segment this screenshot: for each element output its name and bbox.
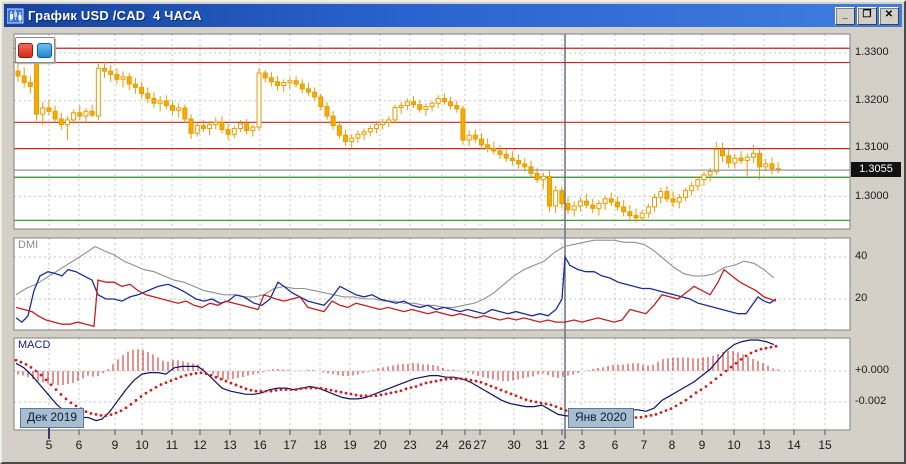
chart-icon <box>6 8 24 24</box>
svg-text:23: 23 <box>403 438 417 452</box>
dmi-label: DMI <box>18 239 39 251</box>
dmi-axis-20: 20 <box>855 292 868 304</box>
blue-marker-button[interactable] <box>37 42 52 58</box>
svg-text:15: 15 <box>818 438 832 452</box>
current-price-tag: 1.3055 <box>851 162 901 177</box>
svg-text:17: 17 <box>283 438 297 452</box>
svg-text:30: 30 <box>507 438 521 452</box>
svg-text:18: 18 <box>313 438 327 452</box>
dmi-axis-40: 40 <box>855 250 868 262</box>
svg-text:6: 6 <box>612 438 619 452</box>
minimize-button[interactable]: _ <box>835 6 855 25</box>
svg-text:5: 5 <box>46 438 53 452</box>
title-bar[interactable]: График USD /CAD 4 ЧАСА _ ❐ ✕ <box>4 4 902 27</box>
svg-text:9: 9 <box>699 438 706 452</box>
svg-text:26: 26 <box>458 438 472 452</box>
svg-text:27: 27 <box>473 438 487 452</box>
dmi-panel-bg <box>14 238 850 330</box>
svg-text:10: 10 <box>135 438 149 452</box>
marker-toolbar <box>15 37 55 63</box>
svg-text:16: 16 <box>253 438 267 452</box>
close-button[interactable]: ✕ <box>879 6 899 25</box>
macd-label: MACD <box>18 339 51 351</box>
price-label-13000: 1.3000 <box>855 190 889 202</box>
svg-text:19: 19 <box>343 438 357 452</box>
price-label-13300: 1.3300 <box>855 46 889 58</box>
svg-text:7: 7 <box>641 438 648 452</box>
svg-text:14: 14 <box>787 438 801 452</box>
svg-text:3: 3 <box>579 438 586 452</box>
macd-axis-zero: +0.000 <box>855 364 889 376</box>
maximize-button[interactable]: ❐ <box>857 6 877 25</box>
svg-text:31: 31 <box>535 438 549 452</box>
chart-canvas[interactable]: 5 6 9 10 11 12 13 16 17 18 19 20 23 24 26 27 30 31 2 3 6 7 8 9 1… <box>2 2 906 464</box>
svg-text:12: 12 <box>193 438 207 452</box>
svg-text:10: 10 <box>727 438 741 452</box>
month-label-dec: Дек 2019 <box>20 408 85 428</box>
svg-text:2: 2 <box>559 438 566 452</box>
svg-text:11: 11 <box>166 438 179 452</box>
svg-text:13: 13 <box>223 438 237 452</box>
macd-axis-minus: -0.002 <box>855 395 887 407</box>
red-marker-button[interactable] <box>18 42 33 58</box>
chart-window: График USD /CAD 4 ЧАСА _ ❐ ✕ 5 6 9 10 11 12 13… <box>0 0 906 464</box>
svg-text:8: 8 <box>669 438 676 452</box>
svg-text:9: 9 <box>112 438 119 452</box>
svg-text:13: 13 <box>757 438 771 452</box>
svg-text:24: 24 <box>435 438 449 452</box>
price-label-13100: 1.3100 <box>855 141 889 153</box>
price-label-13200: 1.3200 <box>855 94 889 106</box>
svg-text:20: 20 <box>373 438 387 452</box>
main-panel-bg <box>14 34 850 229</box>
svg-text:6: 6 <box>76 438 83 452</box>
window-title: График USD /CAD 4 ЧАСА <box>28 8 202 23</box>
month-label-jan: Янв 2020 <box>568 408 634 428</box>
